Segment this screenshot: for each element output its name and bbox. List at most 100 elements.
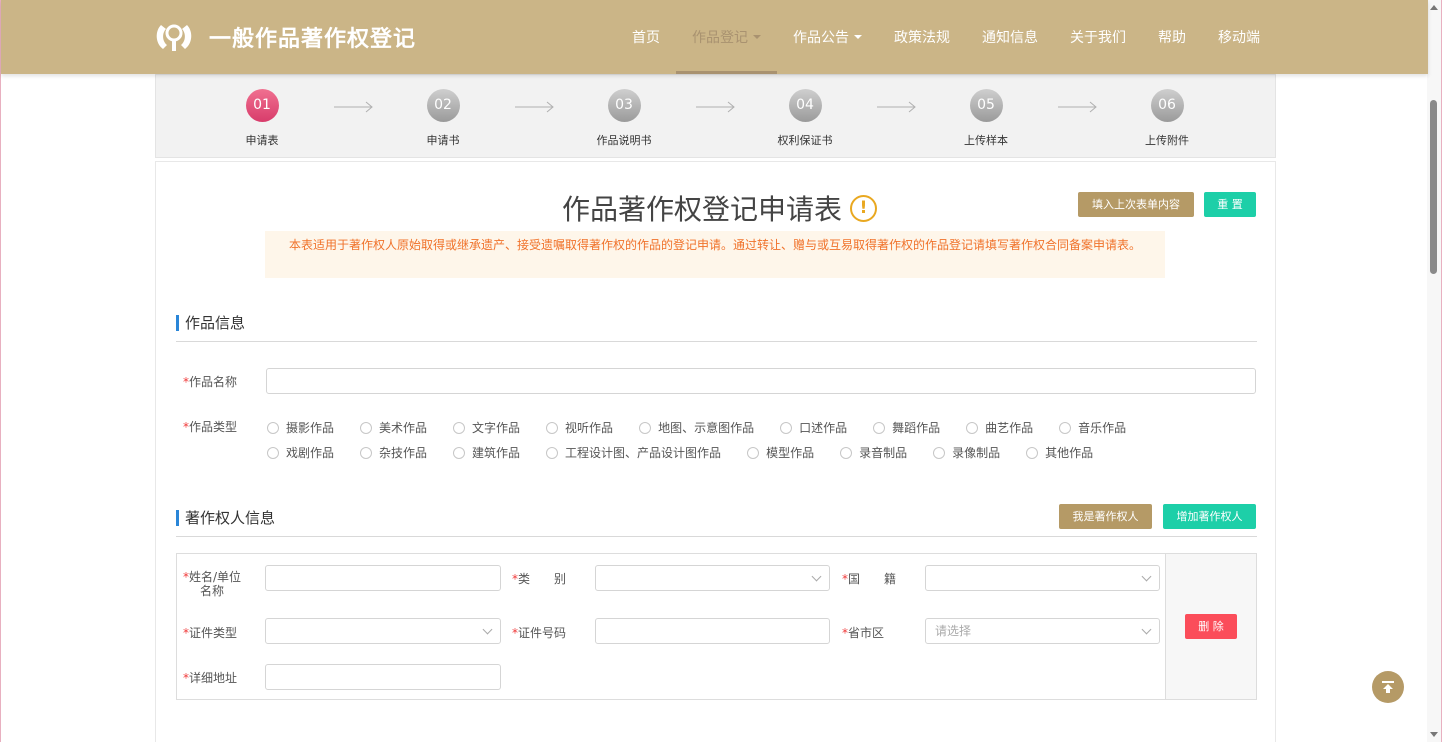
region-label: *省市区: [842, 626, 885, 640]
reset-button[interactable]: 重 置: [1204, 192, 1256, 217]
warning-icon[interactable]: !: [850, 194, 878, 222]
radio-fine-art[interactable]: 美术作品: [360, 419, 427, 436]
nav-label: 关于我们: [1070, 30, 1126, 46]
region-placeholder: 请选择: [935, 624, 972, 638]
radio-quyi[interactable]: 曲艺作品: [966, 419, 1033, 436]
owner-nationality-label: *国 籍: [842, 572, 897, 586]
step-label: 上传样本: [964, 134, 1008, 147]
arrow-right-icon: [334, 101, 373, 113]
radio-video-recording[interactable]: 录像制品: [933, 444, 1000, 461]
step-3[interactable]: 03 作品说明书: [574, 89, 674, 148]
step-number: 03: [607, 89, 641, 122]
radio-other[interactable]: 其他作品: [1026, 444, 1093, 461]
radio-music[interactable]: 音乐作品: [1059, 419, 1126, 436]
nav-label: 作品公告: [793, 30, 849, 46]
page-scrollbar[interactable]: [1427, 0, 1441, 742]
owner-entry: *姓名/单位 名称 *类 别 *国 籍 *证件类型 *证件号码 *省市区 请选择 …: [176, 553, 1257, 700]
step-progress: 01 申请表 02 申请书 03 作品说明书 04 权利保证书 05 上传样本 …: [155, 74, 1276, 158]
chevron-down-icon: [1141, 624, 1152, 635]
work-name-input[interactable]: [266, 368, 1256, 394]
caret-down-icon: [854, 35, 862, 39]
owner-name-input[interactable]: [265, 565, 501, 591]
radio-icon: [873, 421, 886, 434]
step-5[interactable]: 05 上传样本: [936, 89, 1036, 148]
nav-work-registration[interactable]: 作品登记: [676, 0, 777, 74]
top-navbar: 一般作品著作权登记 首页 作品登记 作品公告 政策法规 通知信息 关于我们 帮助…: [1, 0, 1428, 74]
radio-icon: [546, 421, 559, 434]
radio-icon: [747, 446, 760, 459]
radio-drama[interactable]: 戏剧作品: [267, 444, 334, 461]
back-to-top-button[interactable]: [1372, 671, 1404, 703]
nav-notices[interactable]: 通知信息: [966, 0, 1054, 74]
id-type-select[interactable]: [265, 618, 501, 644]
step-6[interactable]: 06 上传附件: [1117, 89, 1217, 148]
radio-acrobatics[interactable]: 杂技作品: [360, 444, 427, 461]
nav-label: 政策法规: [894, 30, 950, 46]
radio-model[interactable]: 模型作品: [747, 444, 814, 461]
step-label: 申请表: [245, 134, 279, 147]
section-title-owner-info: 著作权人信息: [176, 510, 275, 526]
radio-sound-recording[interactable]: 录音制品: [840, 444, 907, 461]
region-select[interactable]: 请选择: [925, 618, 1160, 644]
nav-label: 首页: [632, 30, 660, 46]
chevron-down-icon: [811, 571, 822, 582]
nav-home[interactable]: 首页: [616, 0, 676, 74]
owner-category-label: *类 别: [512, 572, 567, 586]
arrow-right-icon: [515, 101, 554, 113]
page-title: 作品著作权登记申请表 !: [562, 188, 878, 228]
radio-icon: [360, 446, 373, 459]
nav-label: 作品登记: [692, 30, 748, 46]
address-input[interactable]: [265, 664, 501, 690]
radio-icon: [453, 421, 466, 434]
delete-owner-button[interactable]: 删 除: [1185, 614, 1237, 639]
chevron-down-icon: [482, 624, 493, 635]
step-1[interactable]: 01 申请表: [212, 89, 312, 148]
radio-engineering-design[interactable]: 工程设计图、产品设计图作品: [546, 444, 721, 461]
owner-actions: 删 除: [1165, 554, 1256, 699]
scroll-up-icon[interactable]: [1430, 5, 1438, 10]
work-name-label: *作品名称: [183, 375, 238, 389]
step-number: 01: [245, 89, 279, 122]
scroll-down-icon[interactable]: [1430, 732, 1438, 737]
chevron-down-icon: [1141, 571, 1152, 582]
divider: [176, 341, 1257, 342]
radio-architecture[interactable]: 建筑作品: [453, 444, 520, 461]
nav-mobile[interactable]: 移动端: [1202, 0, 1276, 74]
step-label: 作品说明书: [596, 134, 652, 147]
arrow-right-icon: [877, 101, 916, 113]
radio-map[interactable]: 地图、示意图作品: [639, 419, 754, 436]
fill-last-form-button[interactable]: 填入上次表单内容: [1078, 192, 1194, 217]
step-4[interactable]: 04 权利保证书: [755, 89, 855, 148]
site-logo[interactable]: 一般作品著作权登记: [153, 18, 416, 56]
radio-oral[interactable]: 口述作品: [780, 419, 847, 436]
id-number-input[interactable]: [595, 618, 830, 644]
address-label: *详细地址: [183, 671, 238, 685]
scroll-thumb[interactable]: [1430, 100, 1437, 274]
nav-label: 帮助: [1158, 30, 1186, 46]
owner-name-label: *姓名/单位 名称: [183, 570, 242, 598]
radio-photography[interactable]: 摄影作品: [267, 419, 334, 436]
nav-help[interactable]: 帮助: [1142, 0, 1202, 74]
radio-literary[interactable]: 文字作品: [453, 419, 520, 436]
work-type-row-1: 摄影作品 美术作品 文字作品 视听作品 地图、示意图作品 口述作品 舞蹈作品 曲…: [267, 419, 1152, 436]
radio-audiovisual[interactable]: 视听作品: [546, 419, 613, 436]
radio-icon: [360, 421, 373, 434]
add-owner-button[interactable]: 增加著作权人: [1163, 504, 1256, 529]
nav-about[interactable]: 关于我们: [1054, 0, 1142, 74]
radio-icon: [267, 421, 279, 434]
nav-work-announcement[interactable]: 作品公告: [777, 0, 878, 74]
owner-category-select[interactable]: [595, 565, 830, 591]
nav-label: 移动端: [1218, 30, 1260, 46]
radio-icon: [1026, 446, 1039, 459]
owner-nationality-select[interactable]: [925, 565, 1160, 591]
radio-dance[interactable]: 舞蹈作品: [873, 419, 940, 436]
step-number: 02: [426, 89, 460, 122]
radio-icon: [546, 446, 559, 459]
i-am-owner-button[interactable]: 我是著作权人: [1059, 504, 1152, 529]
nav-policies[interactable]: 政策法规: [878, 0, 966, 74]
radio-icon: [453, 446, 466, 459]
step-label: 上传附件: [1145, 134, 1189, 147]
step-number: 06: [1150, 89, 1184, 122]
id-type-label: *证件类型: [183, 626, 238, 640]
step-2[interactable]: 02 申请书: [393, 89, 493, 148]
